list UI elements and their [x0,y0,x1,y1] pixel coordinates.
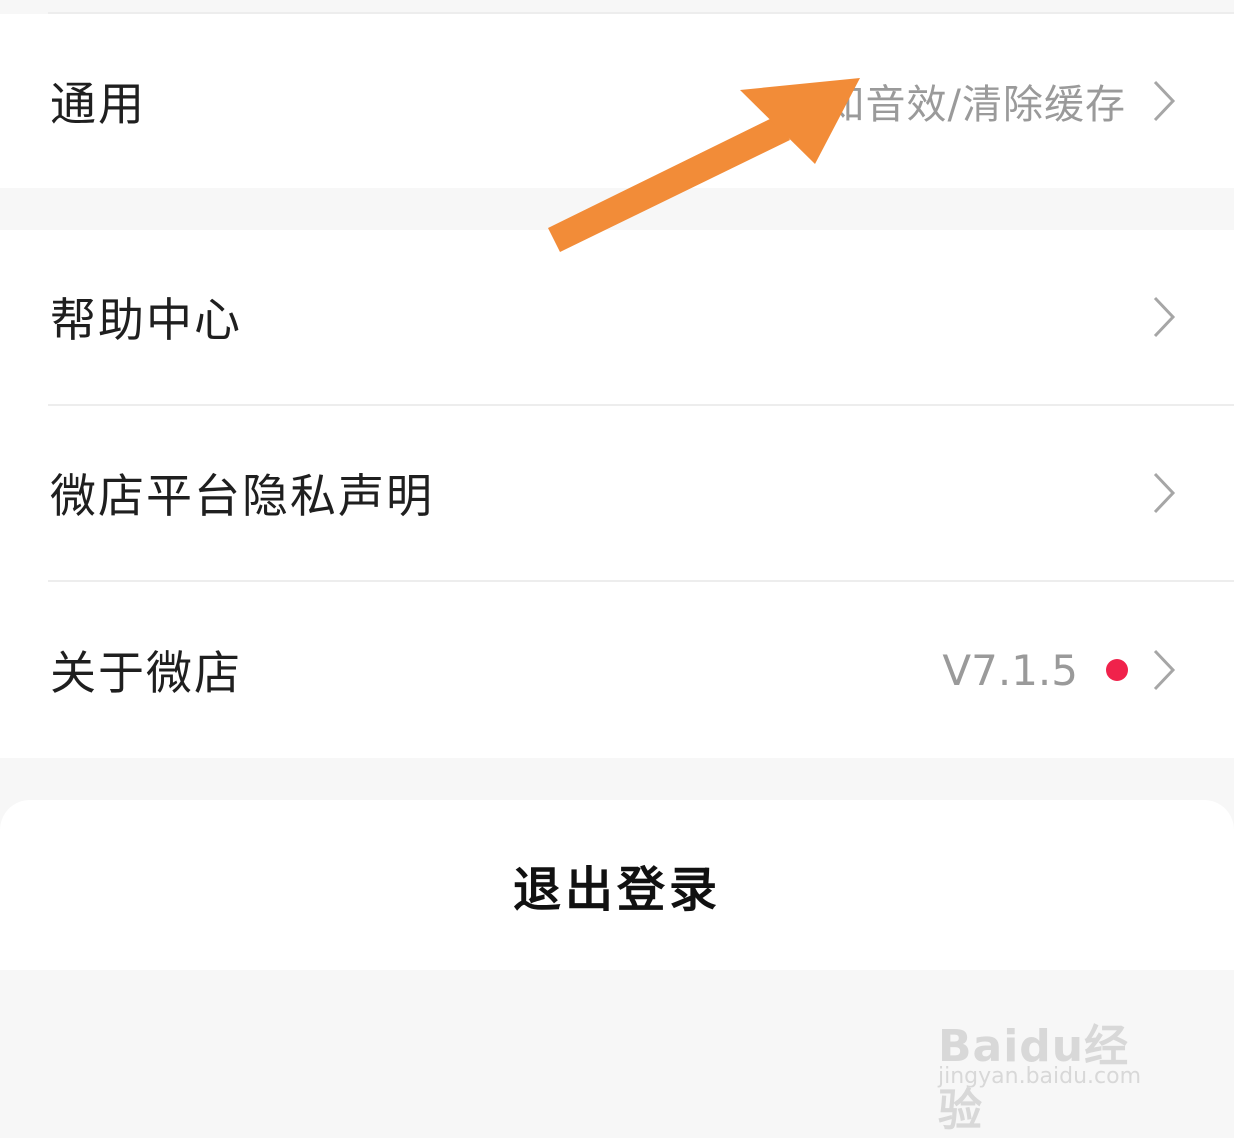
chevron-right-icon [1153,649,1176,691]
baidu-watermark: Baidu经验 jingyan.baidu.com [938,1010,1168,1136]
section-info: 帮助中心 微店平台隐私声明 关于微店 V7.1.5 [0,230,1234,758]
about-label: 关于微店 [50,646,242,700]
logout-label: 退出登录 [512,862,721,918]
chevron-right-icon [1153,472,1176,514]
general-value: 通知音效/清除缓存 [783,82,1126,128]
watermark-url: jingyan.baidu.com [938,1064,1142,1089]
logout-button[interactable]: 退出登录 [0,800,1234,970]
general-label: 通用 [50,77,146,131]
section-general: 通用 通知音效/清除缓存 [0,14,1234,188]
settings-row-general[interactable]: 通用 通知音效/清除缓存 [0,14,1234,188]
settings-row-about[interactable]: 关于微店 V7.1.5 [0,582,1234,758]
chevron-right-icon [1153,296,1176,338]
settings-row-privacy[interactable]: 微店平台隐私声明 [0,406,1234,580]
help-label: 帮助中心 [50,293,242,347]
privacy-label: 微店平台隐私声明 [50,469,434,523]
update-badge-dot [1106,659,1128,681]
chevron-right-icon [1153,80,1176,122]
settings-row-help[interactable]: 帮助中心 [0,230,1234,404]
version-text: V7.1.5 [942,645,1078,695]
